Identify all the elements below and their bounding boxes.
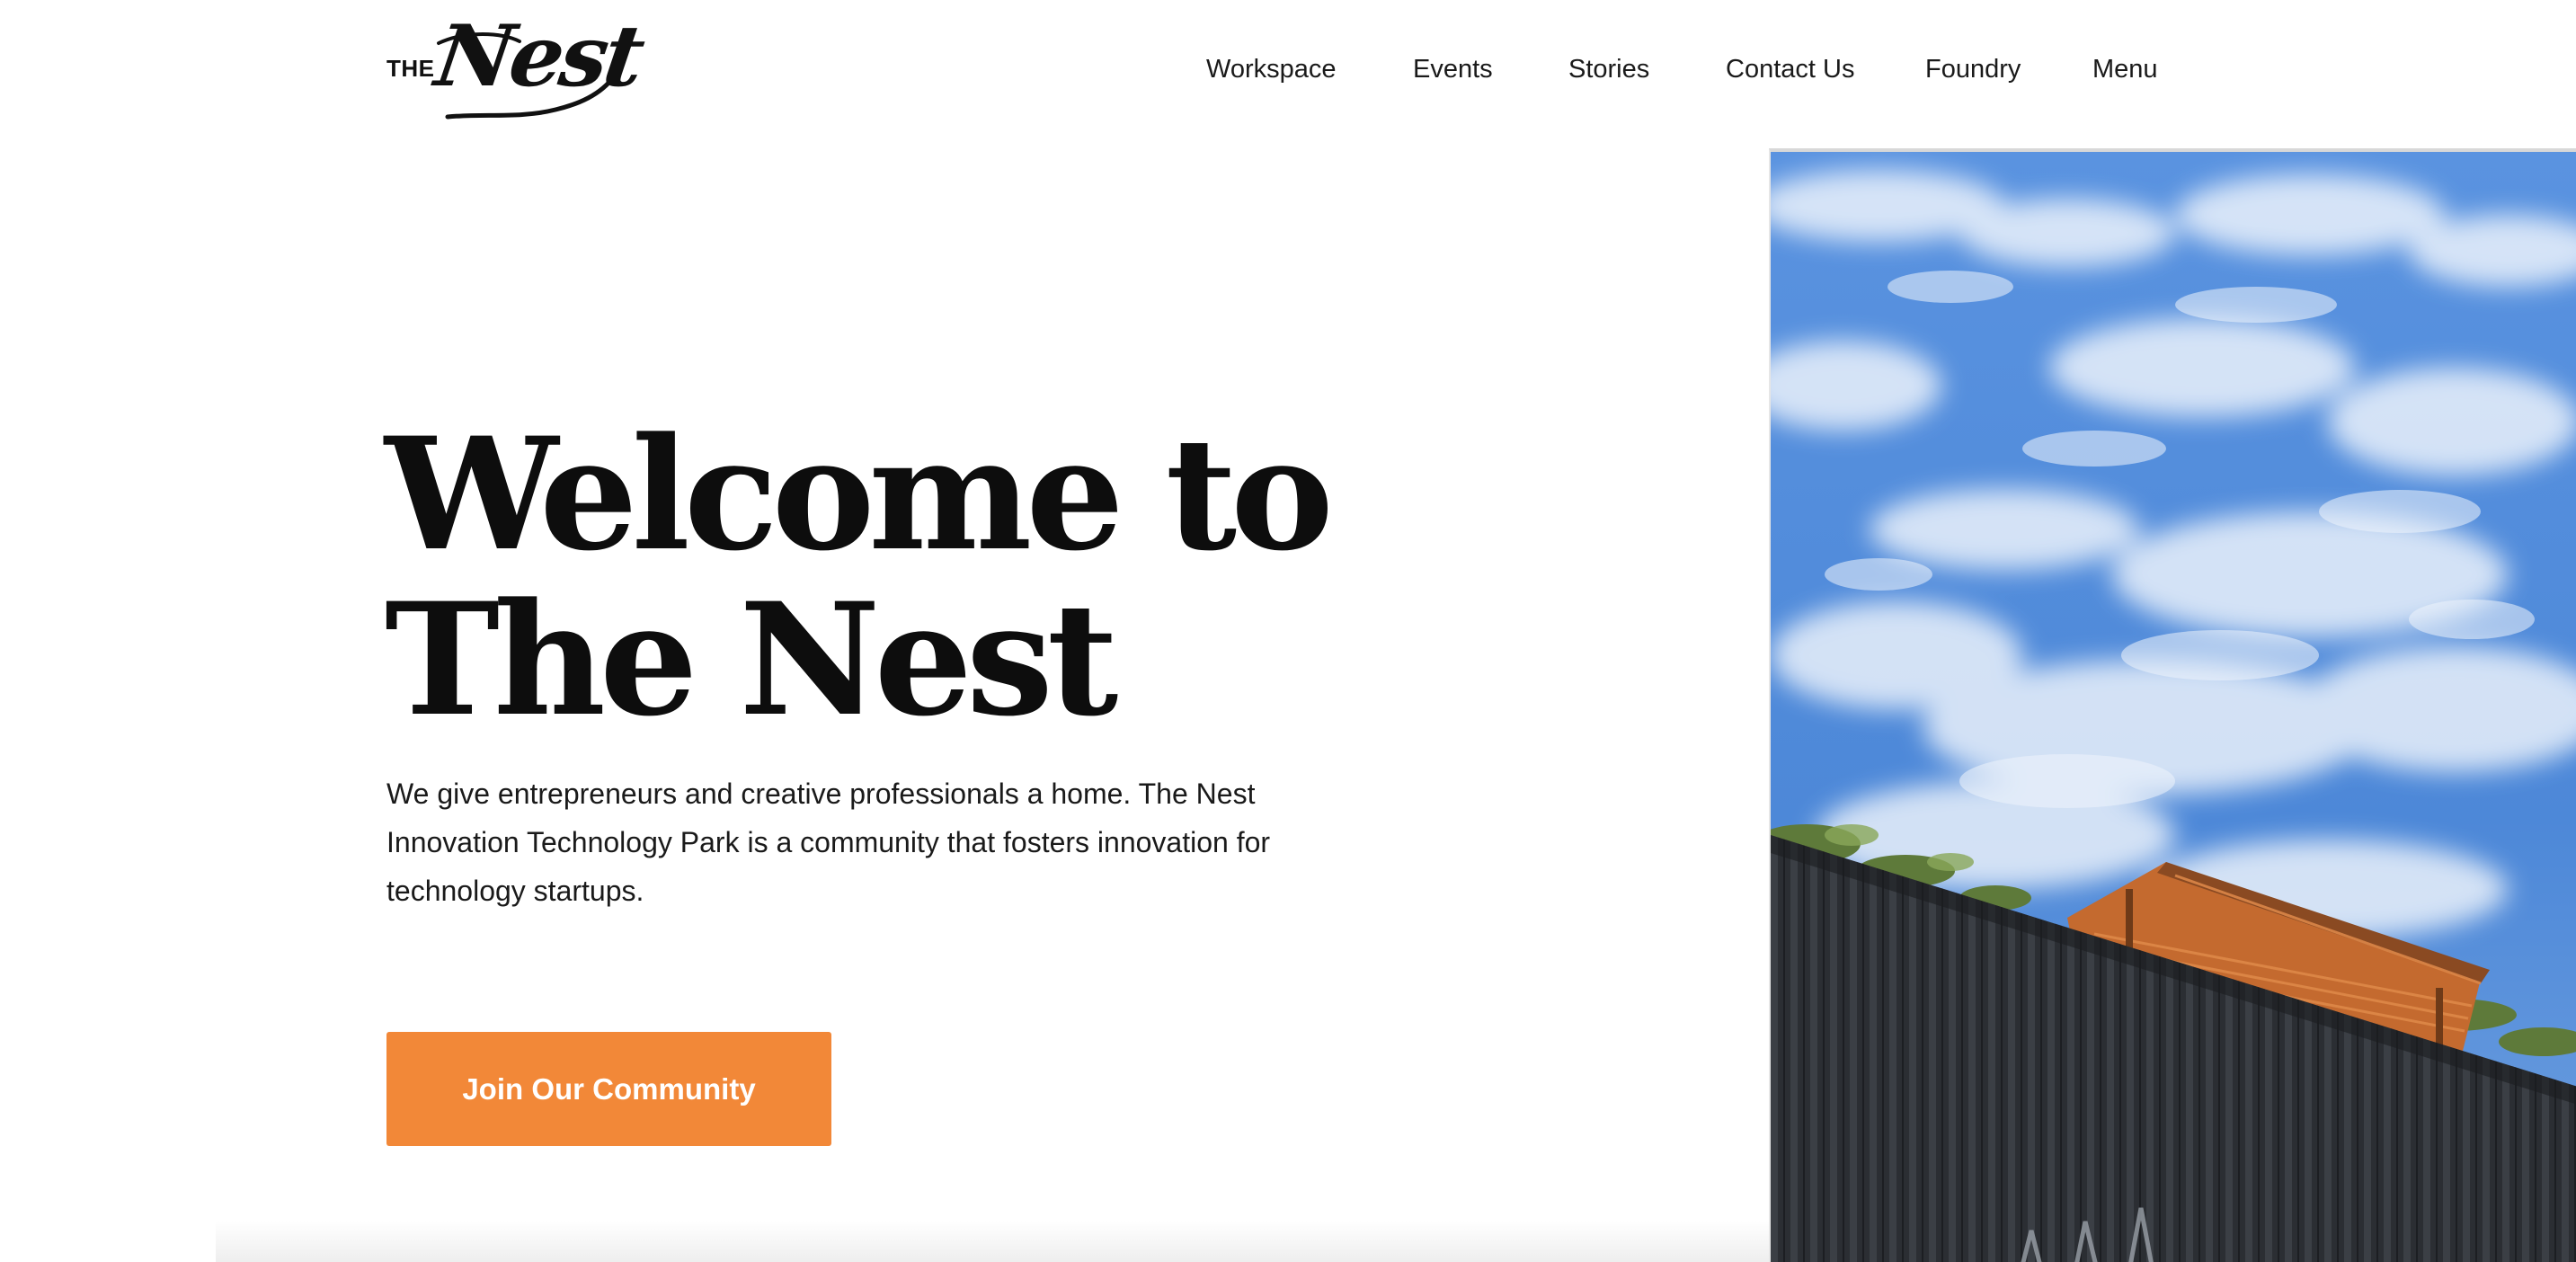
hero-image [1769,148,2576,1262]
hero-title: Welcome to The Nest [385,412,1373,742]
section-divider-shadow [216,1221,1769,1262]
nav-item-stories[interactable]: Stories [1568,49,1649,89]
site-header: THE Nest Workspace Events Stories Contac… [0,0,2576,148]
join-community-button[interactable]: Join Our Community [386,1032,831,1146]
nav-item-workspace[interactable]: Workspace [1206,49,1337,89]
logo-prefix: THE [386,55,435,82]
hero-title-line-2: The Nest [385,568,1118,751]
hero-description: We give entrepreneurs and creative profe… [386,778,1271,907]
logo-name: Nest [430,7,647,106]
nav-item-foundry[interactable]: Foundry [1925,49,2021,89]
hero-title-line-1: Welcome to [385,403,1334,585]
nav-item-events[interactable]: Events [1413,49,1493,89]
building-under-sky-photo-icon [1771,152,2576,1262]
nav-item-contact-us[interactable]: Contact Us [1726,49,1854,89]
nav-item-menu[interactable]: Menu [2092,49,2158,89]
site-logo[interactable]: THE Nest [385,7,647,121]
